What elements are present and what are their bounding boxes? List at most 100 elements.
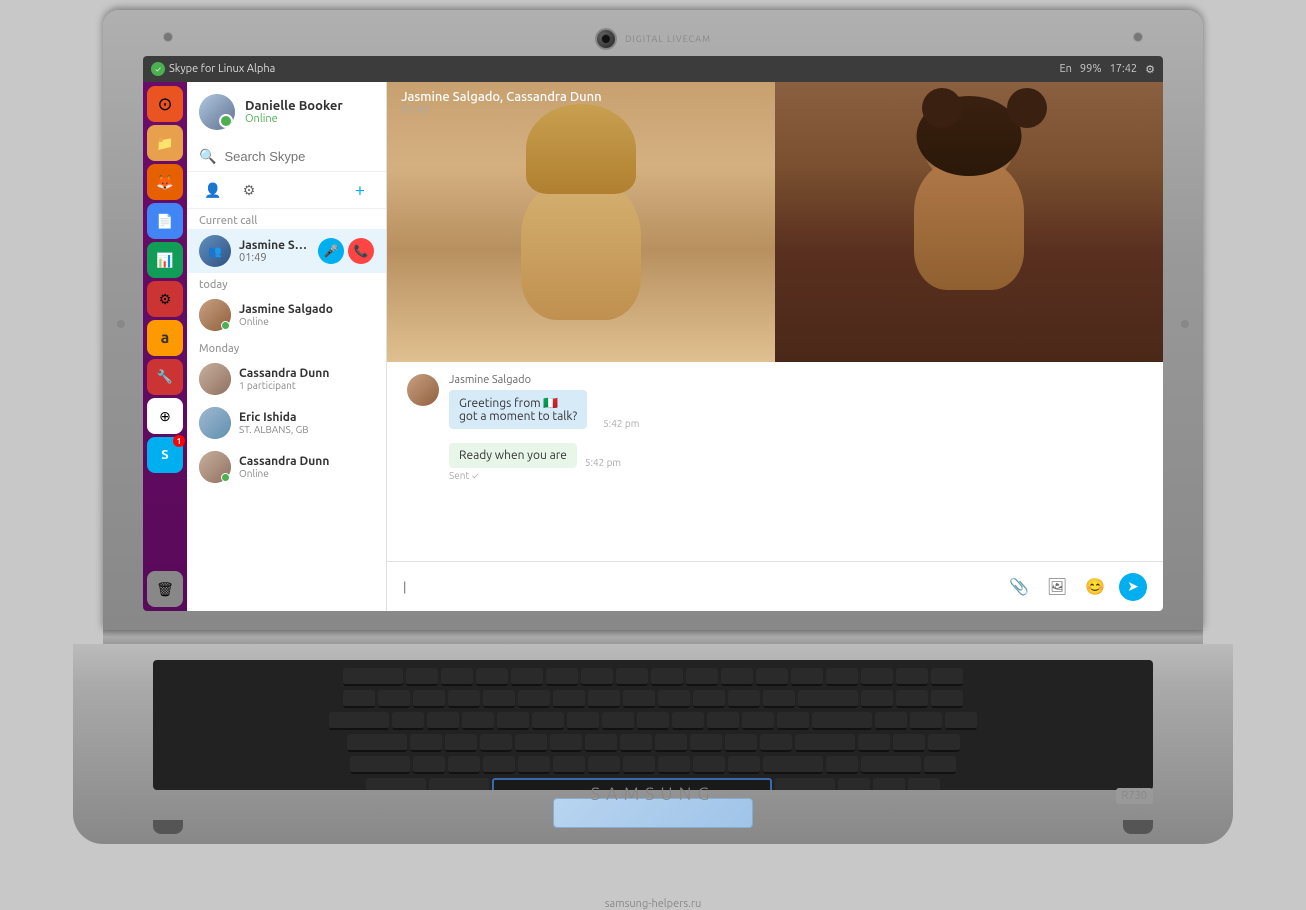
ubuntu-dock: ⊙ 📁 🦊 📄 📊 ⚙ a 🔧 ⊕ S 1 🗑 (143, 82, 187, 611)
key-y (567, 712, 599, 730)
search-input[interactable] (224, 149, 387, 164)
profile-name: Danielle Booker (245, 99, 343, 113)
foot-left (153, 820, 183, 834)
call-actions: 🎤 📞 (318, 238, 374, 264)
key-f7 (616, 668, 648, 686)
key-7 (588, 690, 620, 708)
message-line-1: Greetings from 🇮🇹 (459, 396, 577, 410)
contact-avatar-cassandra (199, 363, 231, 395)
contact-jasmine-today[interactable]: Jasmine Salgado Online (187, 293, 386, 337)
contact-cassandra[interactable]: Cassandra Dunn 1 participant (187, 357, 386, 401)
dock-skype-icon[interactable]: S 1 (147, 437, 183, 473)
contact-info-cassandra2: Cassandra Dunn Online (239, 455, 374, 479)
key-num6 (945, 712, 977, 730)
contacts-btn[interactable]: 👤 (199, 176, 227, 204)
sent-message-group: Ready when you are 5:42 pm Sent ✓ (407, 443, 1143, 481)
key-s (445, 734, 477, 752)
key-g (550, 734, 582, 752)
key-up (826, 756, 858, 774)
message-content-jasmine: Jasmine Salgado Greetings from 🇮🇹 got a … (449, 374, 1143, 433)
system-taskbar: Skype for Linux Alpha En 99% 17:42 ⚙ (143, 56, 1163, 82)
dock-chrome-icon[interactable]: ⊕ (147, 398, 183, 434)
key-left (838, 778, 870, 790)
taskbar-time: 17:42 (1110, 63, 1138, 75)
key-6 (553, 690, 585, 708)
message-group-received: Jasmine Salgado Greetings from 🇮🇹 got a … (407, 374, 1143, 433)
key-num7 (861, 690, 893, 708)
profile-header[interactable]: Danielle Booker Online (187, 82, 386, 142)
taskbar-right: En 99% 17:42 ⚙ (1059, 63, 1155, 76)
key-lbracket (742, 712, 774, 730)
screen-bezel: Skype for Linux Alpha En 99% 17:42 ⚙ ⊙ 📁 (143, 56, 1163, 611)
key-2 (413, 690, 445, 708)
mute-btn[interactable]: 🎤 (318, 238, 344, 264)
key-0 (693, 690, 725, 708)
message-avatar-jasmine (407, 374, 439, 406)
dock-ubuntu-icon[interactable]: ⊙ (147, 86, 183, 122)
settings-btn[interactable]: ⚙ (235, 176, 263, 204)
foot-right (1123, 820, 1153, 834)
key-j (620, 734, 652, 752)
webcam-icon (595, 28, 617, 50)
laptop-model: R730 (1116, 788, 1153, 804)
video-feeds (387, 82, 1163, 362)
key-f2 (441, 668, 473, 686)
dock-settings-icon[interactable]: ⚙ (147, 281, 183, 317)
end-call-btn[interactable]: 📞 (348, 238, 374, 264)
key-esc (343, 668, 403, 686)
laptop-base: SAMSUNG R730 (73, 644, 1233, 844)
contact-avatar-jasmine (199, 299, 231, 331)
contact-name-cassandra: Cassandra Dunn (239, 367, 374, 380)
dock-tools-icon[interactable]: 🔧 (147, 359, 183, 395)
key-row-asdf (161, 734, 1145, 752)
key-e (462, 712, 494, 730)
dock-files-icon[interactable]: 📁 (147, 125, 183, 161)
contact-eric[interactable]: Eric Ishida ST. ALBANS, GB (187, 401, 386, 445)
call-info: Jasmine Salgado, Ca... 01:49 (239, 239, 310, 264)
laptop-screen-shell: DIGITAL LIVECAM Skype for Linux Alpha En… (103, 10, 1203, 630)
keyboard-rows (153, 660, 1153, 790)
add-contact-btn[interactable]: + (346, 176, 374, 204)
key-p (707, 712, 739, 730)
taskbar-gear-icon[interactable]: ⚙ (1145, 63, 1155, 76)
screen-content: Skype for Linux Alpha En 99% 17:42 ⚙ ⊙ 📁 (143, 56, 1163, 611)
emoji-btn[interactable]: 😊 (1081, 573, 1109, 601)
search-bar[interactable]: 🔍 (187, 142, 386, 172)
add-file-btn[interactable]: 📎 (1005, 573, 1033, 601)
key-4 (483, 690, 515, 708)
skype-badge: 1 (173, 435, 185, 447)
key-8 (623, 690, 655, 708)
dock-amazon-icon[interactable]: a (147, 320, 183, 356)
dock-sheets-icon[interactable]: 📊 (147, 242, 183, 278)
person-jasmine (387, 82, 775, 362)
chat-input[interactable] (403, 579, 995, 594)
send-btn[interactable]: ➤ (1119, 573, 1147, 601)
camera-label: DIGITAL LIVECAM (625, 34, 711, 44)
key-del (826, 668, 858, 686)
key-i (637, 712, 669, 730)
key-num5 (910, 712, 942, 730)
key-right (908, 778, 940, 790)
key-9 (658, 690, 690, 708)
contact-sub-eric: ST. ALBANS, GB (239, 424, 374, 435)
dock-docs-icon[interactable]: 📄 (147, 203, 183, 239)
current-call-item[interactable]: 👥 Jasmine Salgado, Ca... 01:49 🎤 📞 (187, 229, 386, 273)
contact-info-eric: Eric Ishida ST. ALBANS, GB (239, 411, 374, 435)
key-tab (329, 712, 389, 730)
dock-trash-icon[interactable]: 🗑 (147, 571, 183, 607)
image-btn[interactable]: 🖼 (1043, 573, 1071, 601)
key-end (861, 668, 893, 686)
camera-bar: DIGITAL LIVECAM (143, 28, 1163, 50)
contact-info-cassandra: Cassandra Dunn 1 participant (239, 367, 374, 391)
taskbar-left: Skype for Linux Alpha (151, 62, 275, 76)
contact-cassandra2[interactable]: Cassandra Dunn Online (187, 445, 386, 489)
key-alt-r (775, 778, 835, 790)
key-enter (812, 712, 872, 730)
message-time-1: 5:42 pm (603, 418, 639, 429)
message-time-sent: 5:42 pm (585, 457, 621, 468)
dock-firefox-icon[interactable]: 🦊 (147, 164, 183, 200)
key-row-zxcv (161, 756, 1145, 774)
taskbar-battery: 99% (1080, 63, 1102, 75)
current-call-section-label: Current call (187, 209, 386, 229)
key-num2 (893, 734, 925, 752)
